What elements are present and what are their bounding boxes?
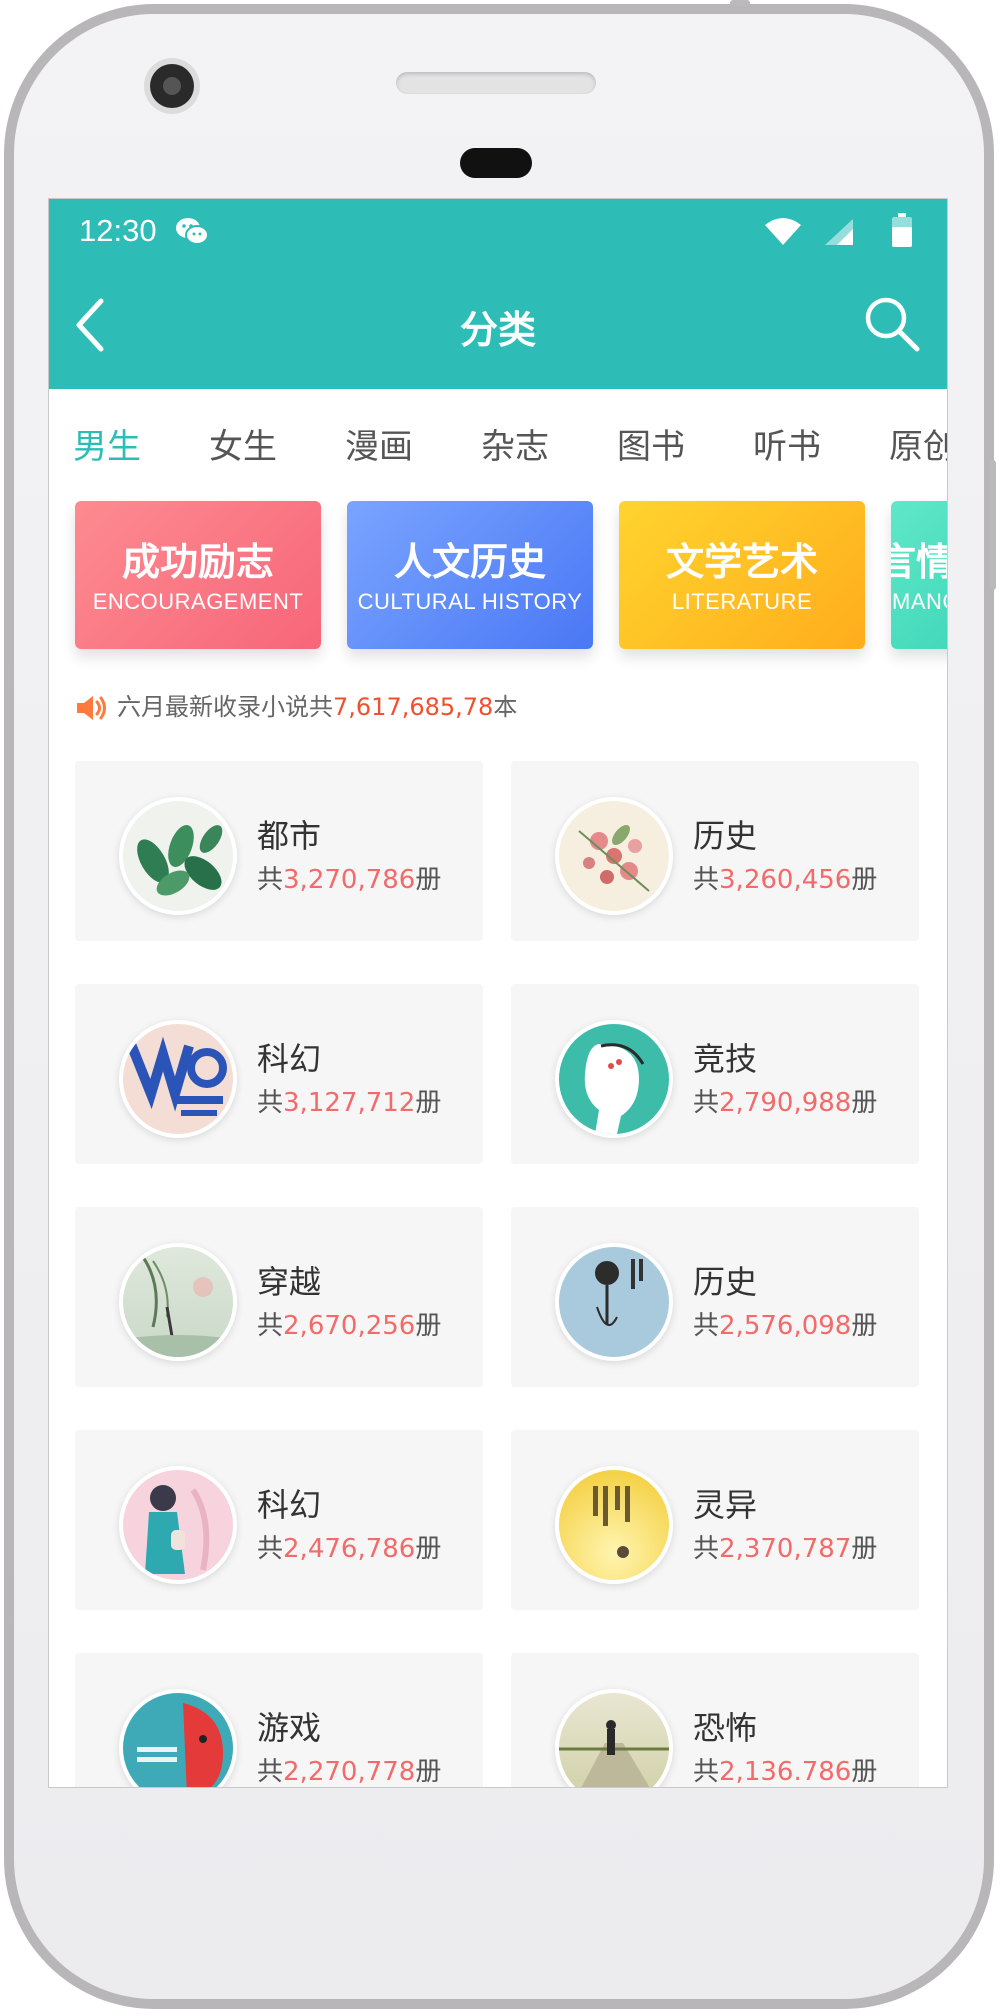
category-count: 共3,270,786册 — [257, 865, 442, 895]
banner-title: 言情 — [891, 531, 947, 586]
banner-subtitle: ROMANCE — [891, 589, 947, 614]
category-name: 都市 — [257, 817, 322, 855]
category-tabs: 男生 女生 漫画 杂志 图书 听书 原创 — [49, 389, 947, 499]
screen: 12:30 分类 男生 女生 漫画 杂志 图书 听书 原 成功励志 ENCOUR… — [48, 198, 948, 1788]
art-of-money-cover-icon — [119, 1020, 237, 1138]
tab-comics[interactable]: 漫画 — [345, 419, 413, 468]
notice-count: 7,617,685,78 — [333, 693, 494, 721]
signal-icon — [825, 219, 853, 245]
phone-side-button — [990, 460, 996, 590]
wifi-icon — [765, 218, 801, 245]
tab-audiobooks[interactable]: 听书 — [753, 419, 821, 468]
category-name: 恐怖 — [693, 1709, 758, 1747]
tab-original[interactable]: 原创 — [889, 419, 947, 468]
tab-female[interactable]: 女生 — [209, 419, 277, 468]
yellow-light-cover-icon — [555, 1466, 673, 1584]
girl-in-pink-cover-icon — [119, 1466, 237, 1584]
category-card[interactable]: 穿越 共2,670,256册 — [75, 1207, 483, 1387]
earpiece-speaker — [396, 72, 596, 94]
banner-title: 人文历史 — [393, 540, 546, 584]
rose-figure-cover-icon — [555, 1243, 673, 1361]
category-count: 共3,260,456册 — [693, 865, 878, 895]
battery-icon — [892, 213, 912, 247]
banner-cultural-history[interactable]: 人文历史 CULTURAL HISTORY — [347, 501, 593, 649]
category-card[interactable]: 竞技 共2,790,988册 — [511, 984, 919, 1164]
girl-profile-cover-icon — [555, 1020, 673, 1138]
banner-literature[interactable]: 文学艺术 LITERATURE — [619, 501, 865, 649]
proximity-sensor — [460, 148, 532, 178]
tab-books[interactable]: 图书 — [617, 419, 685, 468]
phone-side-button — [730, 0, 750, 6]
banner-subtitle: CULTURAL HISTORY — [357, 589, 583, 614]
category-card[interactable]: 游戏 共2,270,778册 — [75, 1653, 483, 1787]
red-face-cover-icon — [119, 1689, 237, 1787]
front-camera — [150, 64, 194, 108]
category-name: 科幻 — [257, 1486, 322, 1524]
category-card[interactable]: 历史 共3,260,456册 — [511, 761, 919, 941]
tab-male[interactable]: 男生 — [73, 419, 141, 468]
category-card[interactable]: 科幻 共2,476,786册 — [75, 1430, 483, 1610]
banner-subtitle: ENCOURAGEMENT — [92, 589, 304, 614]
category-card[interactable]: 历史 共2,576,098册 — [511, 1207, 919, 1387]
app-header: 12:30 分类 — [49, 199, 947, 389]
category-name: 历史 — [693, 817, 758, 855]
category-name: 竞技 — [693, 1040, 758, 1078]
category-card[interactable]: 科幻 共3,127,712册 — [75, 984, 483, 1164]
category-count: 共2,670,256册 — [257, 1311, 442, 1341]
new-books-notice: 六月最新收录小说共7,617,685,78本 — [75, 687, 517, 722]
search-icon[interactable] — [863, 295, 921, 353]
banner-encouragement[interactable]: 成功励志 ENCOURAGEMENT — [75, 501, 321, 649]
tab-magazines[interactable]: 杂志 — [481, 419, 549, 468]
green-leaves-cover-icon — [119, 797, 237, 915]
pink-flowers-cover-icon — [555, 797, 673, 915]
banner-title: 成功励志 — [121, 540, 274, 584]
category-count: 共2,370,787册 — [693, 1534, 878, 1564]
banner-romance[interactable]: 言情 ROMANCE — [891, 501, 947, 649]
category-count: 共2,790,988册 — [693, 1088, 878, 1118]
category-name: 穿越 — [257, 1263, 322, 1301]
road-walker-cover-icon — [555, 1689, 673, 1787]
speaker-icon — [77, 696, 106, 720]
category-count: 共2,136.786册 — [693, 1757, 878, 1787]
category-card[interactable]: 灵异 共2,370,787册 — [511, 1430, 919, 1610]
category-count: 共2,270,778册 — [257, 1757, 442, 1787]
category-name: 历史 — [693, 1263, 758, 1301]
page-title: 分类 — [459, 308, 536, 352]
category-name: 科幻 — [257, 1040, 322, 1078]
wechat-icon — [176, 218, 209, 245]
category-card[interactable]: 恐怖 共2,136.786册 — [511, 1653, 919, 1787]
banner-subtitle: LITERATURE — [671, 589, 813, 614]
notice-suffix: 本 — [493, 693, 518, 721]
category-name: 灵异 — [693, 1486, 758, 1524]
status-time: 12:30 — [79, 213, 157, 248]
banner-title: 文学艺术 — [665, 540, 818, 584]
category-name: 游戏 — [257, 1709, 322, 1747]
category-count: 共3,127,712册 — [257, 1088, 442, 1118]
notice-prefix: 六月最新收录小说共 — [117, 693, 333, 721]
category-count: 共2,576,098册 — [693, 1311, 878, 1341]
category-count: 共2,476,786册 — [257, 1534, 442, 1564]
willow-landscape-cover-icon — [119, 1243, 237, 1361]
category-card[interactable]: 都市 共3,270,786册 — [75, 761, 483, 941]
